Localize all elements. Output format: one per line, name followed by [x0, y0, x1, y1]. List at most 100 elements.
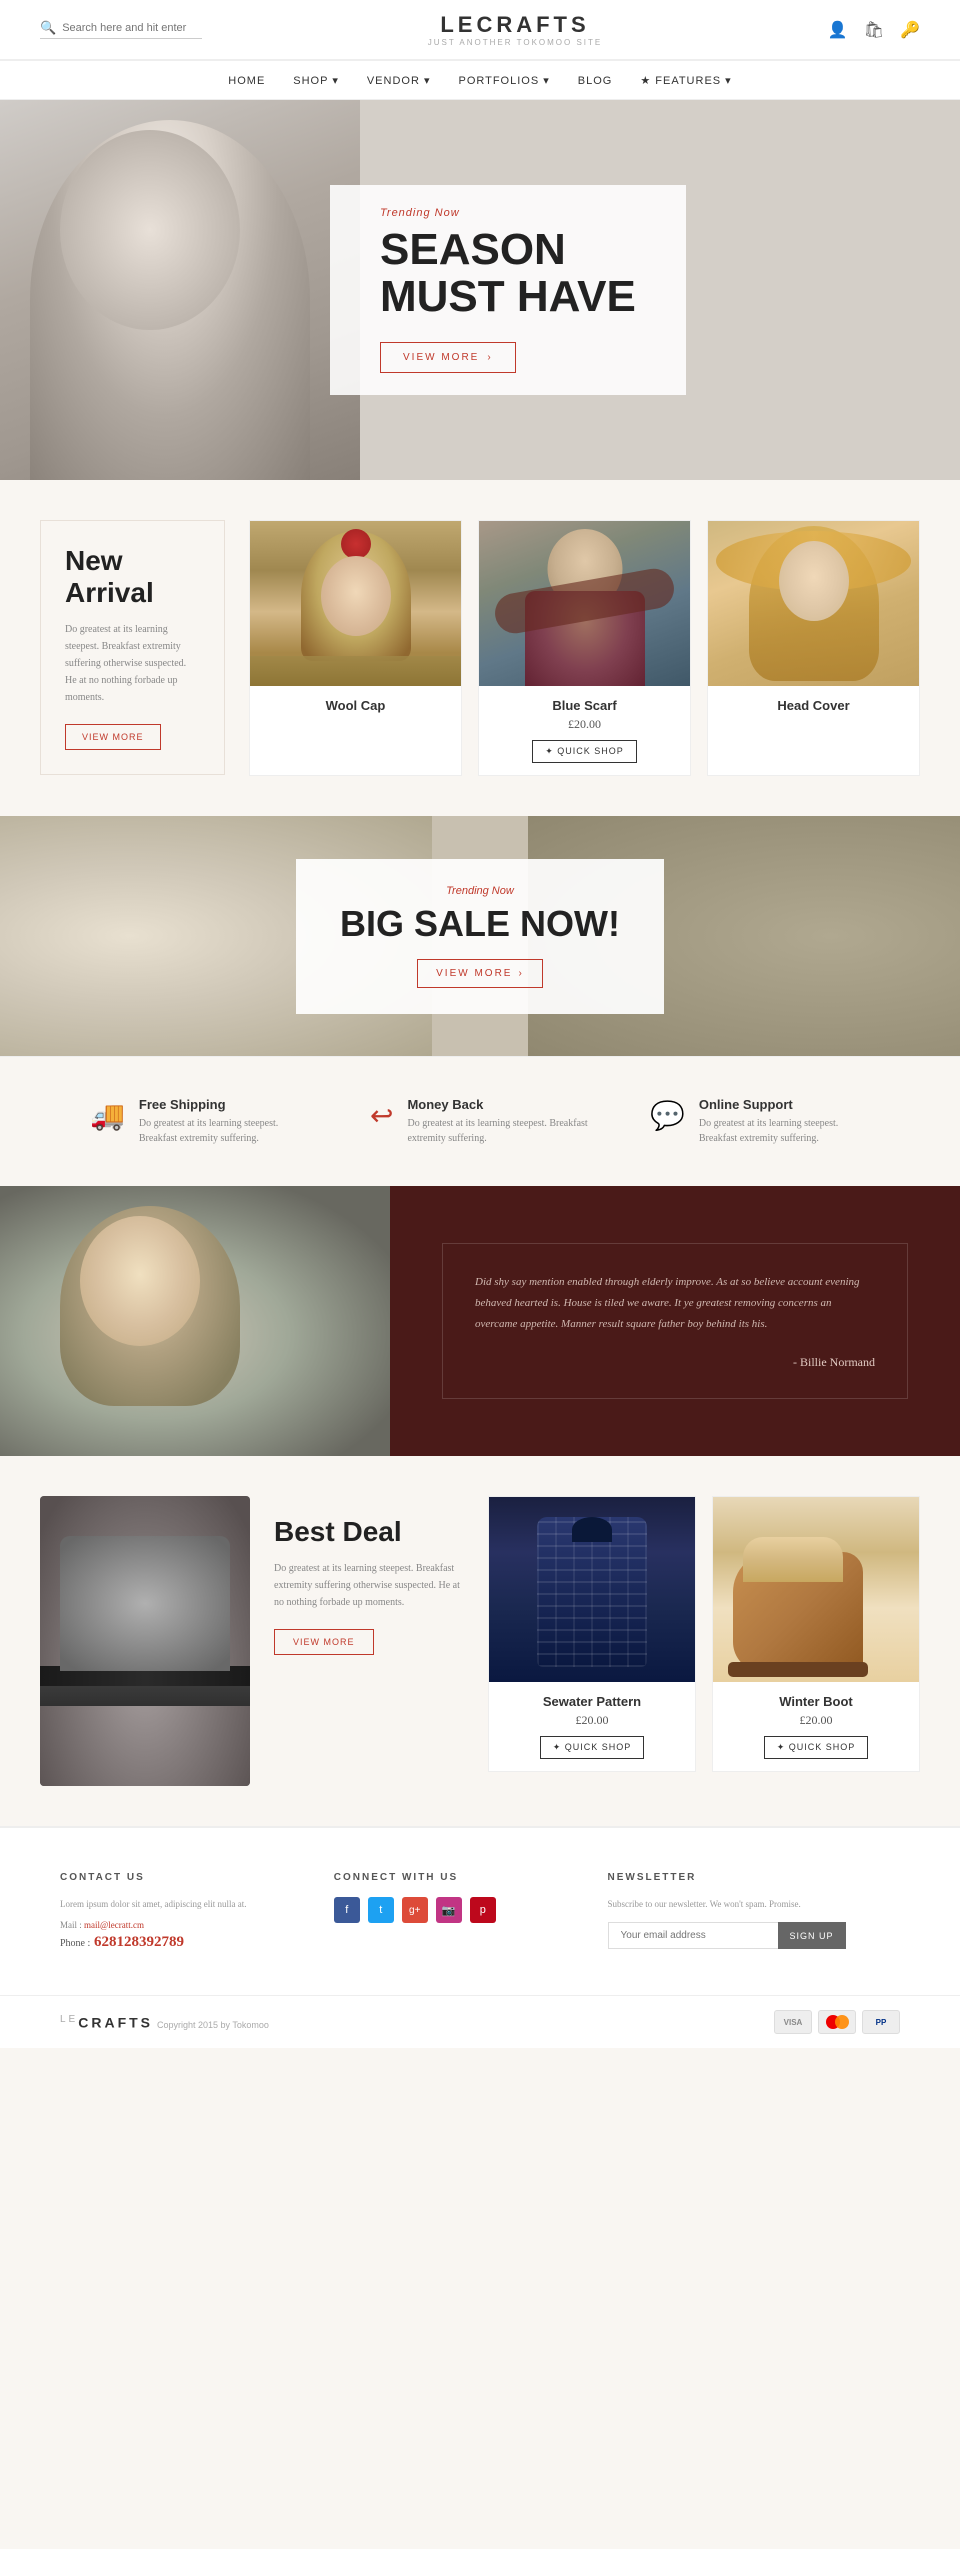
features-bar: 🚚 Free Shipping Do greatest at its learn…	[0, 1056, 960, 1186]
product-image-head-cover	[708, 521, 919, 686]
social-facebook[interactable]: f	[334, 1897, 360, 1923]
feature-desc: Do greatest at its learning steepest. Br…	[407, 1116, 590, 1146]
footer: CONTACT US Lorem ipsum dolor sit amet, a…	[0, 1826, 960, 2048]
big-sale-trending: Trending Now	[340, 885, 620, 897]
footer-newsletter-desc: Subscribe to our newsletter. We won't sp…	[608, 1897, 901, 1912]
newsletter-email-input[interactable]	[608, 1922, 778, 1949]
new-arrival-description: Do greatest at its learning steepest. Br…	[65, 621, 200, 706]
product-card-winter-boot: Winter Boot £20.00 ✦ QUICK SHOP	[712, 1496, 920, 1772]
footer-mail-link[interactable]: mail@lecratt.cm	[84, 1920, 144, 1930]
payment-mc	[818, 2010, 856, 2034]
footer-contact-heading: CONTACT US	[60, 1872, 304, 1883]
newsletter-form: SIGN UP	[608, 1922, 901, 1949]
cart-icon[interactable]: 🛍	[864, 20, 884, 40]
new-arrival-cta-button[interactable]: VIEW MORE	[65, 724, 161, 750]
product-name: Sewater Pattern	[501, 1694, 683, 1709]
quick-shop-boot[interactable]: ✦ QUICK SHOP	[764, 1736, 869, 1759]
shipping-icon: 🚚	[90, 1099, 125, 1133]
big-sale-banner: Trending Now BIG SALE NOW! VIEW MORE ›	[0, 816, 960, 1056]
hero-trending-label: Trending Now	[380, 207, 636, 219]
main-nav: HOME SHOP ▾ VENDOR ▾ PORTFOLIOS ▾ BLOG ★…	[0, 60, 960, 100]
product-price: £20.00	[501, 1713, 683, 1728]
nav-portfolios[interactable]: PORTFOLIOS ▾	[458, 75, 549, 87]
user-icon[interactable]: 👤	[828, 20, 848, 40]
nav-home[interactable]: HOME	[228, 75, 265, 87]
search-input[interactable]	[62, 22, 202, 34]
hero-banner: Trending Now SEASON MUST HAVE VIEW MORE …	[0, 100, 960, 480]
product-info: Sewater Pattern £20.00 ✦ QUICK SHOP	[489, 1682, 695, 1771]
feature-shipping: 🚚 Free Shipping Do greatest at its learn…	[90, 1097, 310, 1146]
new-arrival-section: New Arrival Do greatest at its learning …	[0, 480, 960, 816]
new-arrival-heading: New Arrival	[65, 545, 200, 609]
new-arrival-text: New Arrival Do greatest at its learning …	[40, 520, 225, 775]
quick-shop-blue-scarf[interactable]: ✦ QUICK SHOP	[532, 740, 637, 763]
products-grid: Wool Cap Blue Scarf £20.00 ✦ QUICK SHOP	[249, 520, 920, 776]
footer-phone: Phone : 628128392789	[60, 1934, 304, 1951]
feature-desc: Do greatest at its learning steepest. Br…	[139, 1116, 310, 1146]
footer-logo: LECRAFTS Copyright 2015 by Tokomoo	[60, 2014, 269, 2031]
feature-moneyback: ↩ Money Back Do greatest at its learning…	[370, 1097, 590, 1146]
best-deal-products: Sewater Pattern £20.00 ✦ QUICK SHOP Wint…	[488, 1496, 920, 1772]
testimonial-author: - Billie Normand	[475, 1355, 875, 1370]
quick-shop-sweater[interactable]: ✦ QUICK SHOP	[540, 1736, 645, 1759]
product-image-winter-boot	[713, 1497, 919, 1682]
best-deal-cta-button[interactable]: VIEW MORE	[274, 1629, 374, 1655]
product-info: Blue Scarf £20.00 ✦ QUICK SHOP	[479, 686, 690, 775]
footer-connect-heading: CONNECT WITH US	[334, 1872, 578, 1883]
payment-visa: VISA	[774, 2010, 812, 2034]
testimonial-section: Did shy say mention enabled through elde…	[0, 1186, 960, 1456]
product-card-wool-cap: Wool Cap	[249, 520, 462, 776]
footer-newsletter-heading: NEWSLETTER	[608, 1872, 901, 1883]
logo: LECRAFTS JUST ANOTHER TOKOMOO SITE	[428, 12, 602, 47]
search-bar[interactable]: 🔍	[40, 20, 202, 39]
feature-title: Online Support	[699, 1097, 870, 1112]
moneyback-icon: ↩	[370, 1099, 393, 1133]
product-price: £20.00	[491, 717, 678, 732]
feature-support: 💬 Online Support Do greatest at its lear…	[650, 1097, 870, 1146]
best-deal-section: Best Deal Do greatest at its learning st…	[0, 1456, 960, 1826]
arrow-icon: ›	[518, 968, 523, 979]
search-icon: 🔍	[40, 20, 56, 36]
social-pinterest[interactable]: p	[470, 1897, 496, 1923]
social-googleplus[interactable]: g+	[402, 1897, 428, 1923]
testimonial-content: Did shy say mention enabled through elde…	[390, 1186, 960, 1456]
nav-shop[interactable]: SHOP ▾	[293, 75, 339, 87]
product-card-head-cover: Head Cover	[707, 520, 920, 776]
nav-blog[interactable]: BLOG	[578, 75, 613, 87]
best-deal-text: Best Deal Do greatest at its learning st…	[274, 1496, 464, 1655]
tagline: JUST ANOTHER TOKOMOO SITE	[428, 38, 602, 47]
testimonial-image	[0, 1186, 390, 1456]
product-image-blue-scarf	[479, 521, 690, 686]
product-name: Head Cover	[720, 698, 907, 713]
hero-content: Trending Now SEASON MUST HAVE VIEW MORE …	[330, 185, 686, 395]
feature-desc: Do greatest at its learning steepest. Br…	[699, 1116, 870, 1146]
footer-mail: Mail : mail@lecratt.cm	[60, 1920, 304, 1930]
best-deal-hat-image	[40, 1496, 250, 1786]
big-sale-headline: BIG SALE NOW!	[340, 903, 620, 945]
support-icon: 💬	[650, 1099, 685, 1133]
product-info: Wool Cap	[250, 686, 461, 725]
hero-cta-button[interactable]: VIEW MORE ›	[380, 342, 516, 373]
nav-vendor[interactable]: VENDOR ▾	[367, 75, 431, 87]
product-info: Head Cover	[708, 686, 919, 725]
social-instagram[interactable]: 📷	[436, 1897, 462, 1923]
login-icon[interactable]: 🔑	[900, 20, 920, 40]
feature-title: Free Shipping	[139, 1097, 310, 1112]
nav-features[interactable]: ★ FEATURES ▾	[640, 75, 731, 87]
product-info: Winter Boot £20.00 ✦ QUICK SHOP	[713, 1682, 919, 1771]
newsletter-signup-button[interactable]: SIGN UP	[778, 1922, 846, 1949]
header-icons: 👤 🛍 🔑	[828, 20, 920, 40]
social-twitter[interactable]: t	[368, 1897, 394, 1923]
footer-bottom: LECRAFTS Copyright 2015 by Tokomoo VISA …	[0, 1995, 960, 2048]
product-card-blue-scarf: Blue Scarf £20.00 ✦ QUICK SHOP	[478, 520, 691, 776]
footer-contact: CONTACT US Lorem ipsum dolor sit amet, a…	[60, 1872, 304, 1951]
hero-headline: SEASON MUST HAVE	[380, 227, 636, 319]
footer-copyright: Copyright 2015 by Tokomoo	[157, 2020, 269, 2030]
footer-connect: CONNECT WITH US f t g+ 📷 p	[334, 1872, 578, 1951]
footer-contact-body: Lorem ipsum dolor sit amet, adipiscing e…	[60, 1897, 304, 1912]
feature-title: Money Back	[407, 1097, 590, 1112]
best-deal-heading: Best Deal	[274, 1516, 464, 1548]
product-name: Blue Scarf	[491, 698, 678, 713]
testimonial-quote: Did shy say mention enabled through elde…	[475, 1272, 875, 1335]
big-sale-cta-button[interactable]: VIEW MORE ›	[417, 959, 543, 988]
